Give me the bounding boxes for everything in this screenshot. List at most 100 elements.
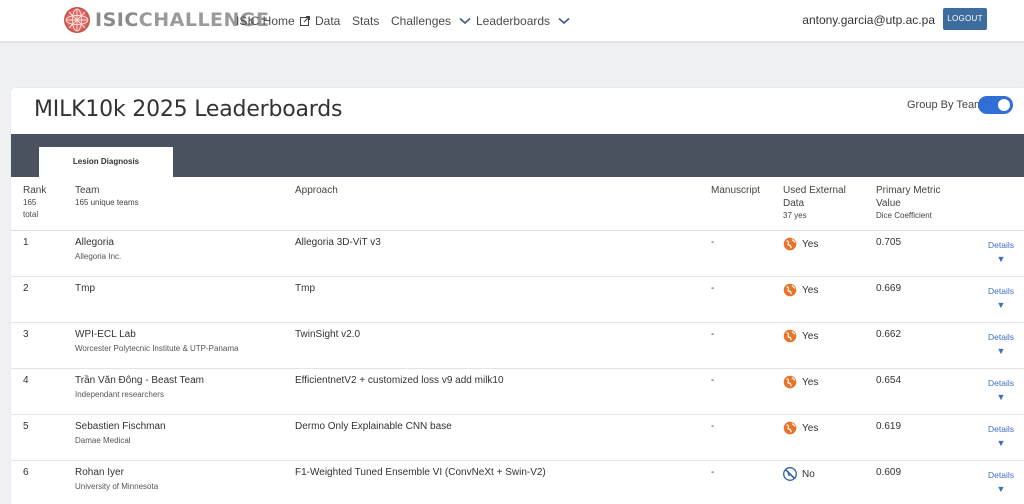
rank-cell: 1 xyxy=(23,237,29,248)
team-organization: Damae Medical xyxy=(75,436,131,445)
details-label: Details xyxy=(988,286,1014,296)
team-organization: Independant researchers xyxy=(75,390,164,399)
caret-down-icon: ▼ xyxy=(996,438,1006,448)
metric-value-cell: 0.609 xyxy=(876,467,902,478)
leaderboard-card: MILK10k 2025 Leaderboards Group By Team … xyxy=(11,88,1024,504)
team-cell: WPI-ECL Lab Worcester Polytecnic Institut… xyxy=(75,329,238,353)
team-cell: Rohan Iyer University of Minnesota xyxy=(75,467,158,491)
header-metric-label2: Value xyxy=(876,198,901,209)
nav-challenges[interactable]: Challenges xyxy=(391,0,471,42)
manuscript-cell: - xyxy=(711,237,715,248)
group-by-team-toggle[interactable] xyxy=(978,96,1013,114)
metric-value-cell: 0.654 xyxy=(876,375,902,386)
group-by-team-label: Group By Team xyxy=(907,99,984,111)
top-navbar: ISICCHALLENGE ISIC Home Data Stats Chall… xyxy=(0,0,1024,42)
header-primary-metric: Primary Metric Value Dice Coefficient xyxy=(876,184,940,222)
header-external-label2: Data xyxy=(783,198,805,209)
manuscript-cell: - xyxy=(711,467,715,478)
metric-value-cell: 0.669 xyxy=(876,283,902,294)
header-approach: Approach xyxy=(295,185,338,196)
external-data-cell: Yes xyxy=(783,283,818,297)
tab-lesion-diagnosis[interactable]: Lesion Diagnosis xyxy=(39,147,173,177)
logout-button[interactable]: LOGOUT xyxy=(943,8,987,30)
team-organization: University of Minnesota xyxy=(75,482,159,491)
header-manuscript: Manuscript xyxy=(711,185,760,196)
approach-cell: Dermo Only Explainable CNN base xyxy=(295,421,452,432)
nav-isic-home[interactable]: ISIC Home xyxy=(236,0,310,42)
approach-cell: EfficientnetV2 + customized loss v9 add … xyxy=(295,375,504,386)
manuscript-cell: - xyxy=(711,375,715,386)
globe-icon xyxy=(783,421,797,435)
metric-value-cell: 0.662 xyxy=(876,329,902,340)
team-organization: Allegoria Inc. xyxy=(75,252,122,261)
details-toggle[interactable]: Details ▼ xyxy=(987,377,1015,403)
table-row: 2 Tmp Tmp - Yes 0.669 Details ▼ xyxy=(11,277,1024,323)
details-toggle[interactable]: Details ▼ xyxy=(987,285,1015,311)
team-name: Sebastien Fischman xyxy=(75,421,166,432)
external-data-value: Yes xyxy=(802,376,819,388)
approach-cell: Allegoria 3D-ViT v3 xyxy=(295,237,381,248)
rank-cell: 5 xyxy=(23,421,29,432)
table-row: 3 WPI-ECL Lab Worcester Polytecnic Institu… xyxy=(11,323,1024,369)
nav-leaderboards[interactable]: Leaderboards xyxy=(476,0,570,42)
header-team-label: Team xyxy=(75,185,100,196)
globe-icon xyxy=(783,375,797,389)
details-toggle[interactable]: Details ▼ xyxy=(987,423,1015,449)
details-label: Details xyxy=(988,378,1014,388)
team-cell: Tmp xyxy=(75,283,95,294)
table-row: 1 Allegoria Allegoria Inc. Allegoria 3D-ViT… xyxy=(11,231,1024,277)
details-label: Details xyxy=(988,240,1014,250)
approach-cell: F1-Weighted Tuned Ensemble VI (ConvNeXt … xyxy=(295,467,546,478)
header-external-label: Used External xyxy=(783,185,846,196)
nav-data[interactable]: Data xyxy=(315,0,340,42)
globe-icon xyxy=(783,283,797,297)
team-name: WPI-ECL Lab xyxy=(75,329,136,340)
header-rank-count: 165 xyxy=(23,198,37,207)
user-email: antony.garcia@utp.ac.pa xyxy=(802,13,935,27)
team-name: Tmp xyxy=(75,283,95,294)
caret-down-icon: ▼ xyxy=(996,392,1006,402)
rank-cell: 3 xyxy=(23,329,29,340)
header-external-data: Used External Data 37 yes xyxy=(783,184,846,222)
rank-cell: 2 xyxy=(23,283,29,294)
details-toggle[interactable]: Details ▼ xyxy=(987,331,1015,357)
details-label: Details xyxy=(988,424,1014,434)
header-team: Team 165 unique teams xyxy=(75,184,139,209)
header-team-count: 165 unique teams xyxy=(75,198,139,207)
header-rank-label: Rank xyxy=(23,185,47,196)
external-data-cell: No xyxy=(783,467,815,481)
nav-stats[interactable]: Stats xyxy=(352,0,379,42)
manuscript-cell: - xyxy=(711,283,715,294)
external-data-cell: Yes xyxy=(783,375,818,389)
metric-value-cell: 0.619 xyxy=(876,421,902,432)
nav-data-label: Data xyxy=(315,14,341,28)
globe-icon xyxy=(783,237,797,251)
team-name: Allegoria xyxy=(75,237,114,248)
rank-cell: 6 xyxy=(23,467,29,478)
nav-challenges-label: Challenges xyxy=(391,14,452,28)
metric-value-cell: 0.705 xyxy=(876,237,902,248)
team-cell: Allegoria Allegoria Inc. xyxy=(75,237,121,261)
page-title: MILK10k 2025 Leaderboards xyxy=(34,97,343,122)
table-row: 6 Rohan Iyer University of Minnesota F1-Wei… xyxy=(11,461,1024,504)
header-rank: Rank 165 total xyxy=(23,184,46,220)
header-metric-name: Dice Coefficient xyxy=(876,211,932,220)
chevron-down-icon xyxy=(459,17,471,25)
details-toggle[interactable]: Details ▼ xyxy=(987,239,1015,265)
external-data-cell: Yes xyxy=(783,329,818,343)
team-organization: Worcester Polytecnic Institute & UTP-Pan… xyxy=(75,344,239,353)
globe-blocked-icon xyxy=(783,467,797,481)
caret-down-icon: ▼ xyxy=(996,346,1006,356)
details-toggle[interactable]: Details ▼ xyxy=(987,469,1015,495)
caret-down-icon: ▼ xyxy=(996,484,1006,494)
details-label: Details xyxy=(988,332,1014,342)
nav-leaderboards-label: Leaderboards xyxy=(476,14,551,28)
external-data-value: Yes xyxy=(802,330,819,342)
caret-down-icon: ▼ xyxy=(996,300,1006,310)
external-data-value: Yes xyxy=(802,422,819,434)
team-cell: Trần Văn Đông - Beast Team Independant re… xyxy=(75,375,204,399)
nav-stats-label: Stats xyxy=(352,14,380,28)
table-row: 4 Trần Văn Đông - Beast Team Independant r… xyxy=(11,369,1024,415)
external-link-icon xyxy=(299,16,310,26)
team-cell: Sebastien Fischman Damae Medical xyxy=(75,421,166,445)
